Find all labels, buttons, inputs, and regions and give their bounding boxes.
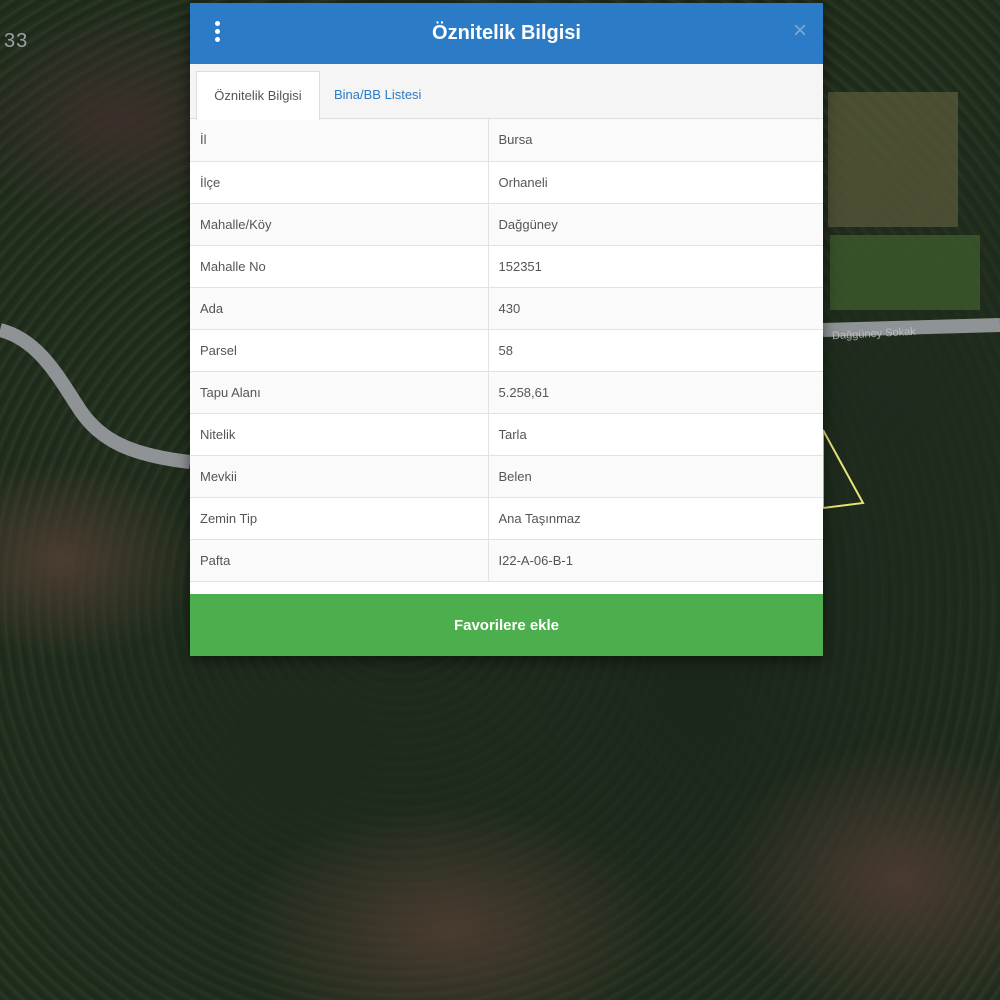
- table-row: Mevkii Belen: [190, 455, 823, 498]
- table-row: Zemin Tip Ana Taşınmaz: [190, 497, 823, 540]
- attribute-value: Orhaneli: [488, 161, 823, 204]
- map-coordinate-text: 33: [4, 30, 29, 52]
- attribute-dialog: Öznitelik Bilgisi × Öznitelik Bilgisi Bi…: [190, 3, 823, 656]
- table-row: Ada 430: [190, 287, 823, 330]
- attribute-key: İlçe: [190, 161, 489, 204]
- attribute-value: 152351: [488, 245, 823, 288]
- vertical-dots-icon[interactable]: [212, 21, 222, 47]
- attribute-key: Ada: [190, 287, 489, 330]
- tab-attribute-info[interactable]: Öznitelik Bilgisi: [196, 71, 320, 120]
- attribute-table: İl Bursa İlçe Orhaneli Mahalle/Köy Dağgü…: [190, 119, 823, 582]
- attribute-value: Tarla: [488, 413, 823, 456]
- dialog-header: Öznitelik Bilgisi ×: [190, 3, 823, 64]
- attribute-value: 58: [488, 329, 823, 372]
- attribute-key: Parsel: [190, 329, 489, 372]
- green-field: [830, 235, 980, 310]
- table-row: İl Bursa: [190, 119, 823, 162]
- attribute-value: Dağgüney: [488, 203, 823, 246]
- table-row: Nitelik Tarla: [190, 413, 823, 456]
- table-row: İlçe Orhaneli: [190, 161, 823, 204]
- attribute-value: I22-A-06-B-1: [488, 539, 823, 582]
- close-icon[interactable]: ×: [793, 19, 807, 43]
- dialog-title: Öznitelik Bilgisi: [432, 22, 581, 44]
- attribute-value: Belen: [488, 455, 823, 498]
- add-to-favorites-button[interactable]: Favorilere ekle: [190, 594, 823, 656]
- table-row: Parsel 58: [190, 329, 823, 372]
- table-row: Mahalle No 152351: [190, 245, 823, 288]
- attribute-key: Mahalle/Köy: [190, 203, 489, 246]
- attribute-key: Nitelik: [190, 413, 489, 456]
- attribute-key: Mahalle No: [190, 245, 489, 288]
- attribute-value: 430: [488, 287, 823, 330]
- attribute-key: Mevkii: [190, 455, 489, 498]
- attribute-value: Bursa: [488, 119, 823, 162]
- tab-building-list[interactable]: Bina/BB Listesi: [334, 71, 421, 118]
- table-row: Tapu Alanı 5.258,61: [190, 371, 823, 414]
- road: [0, 323, 191, 469]
- table-row: Mahalle/Köy Dağgüney: [190, 203, 823, 246]
- table-row: Pafta I22-A-06-B-1: [190, 539, 823, 582]
- tab-bar: Öznitelik Bilgisi Bina/BB Listesi: [190, 64, 823, 120]
- parcel-boundary: [822, 429, 865, 510]
- orchard-field: [828, 92, 958, 227]
- attribute-key: Tapu Alanı: [190, 371, 489, 414]
- attribute-key: Zemin Tip: [190, 497, 489, 540]
- attribute-value: Ana Taşınmaz: [488, 497, 823, 540]
- attribute-value: 5.258,61: [488, 371, 823, 414]
- attribute-key: İl: [190, 119, 489, 162]
- attribute-key: Pafta: [190, 539, 489, 582]
